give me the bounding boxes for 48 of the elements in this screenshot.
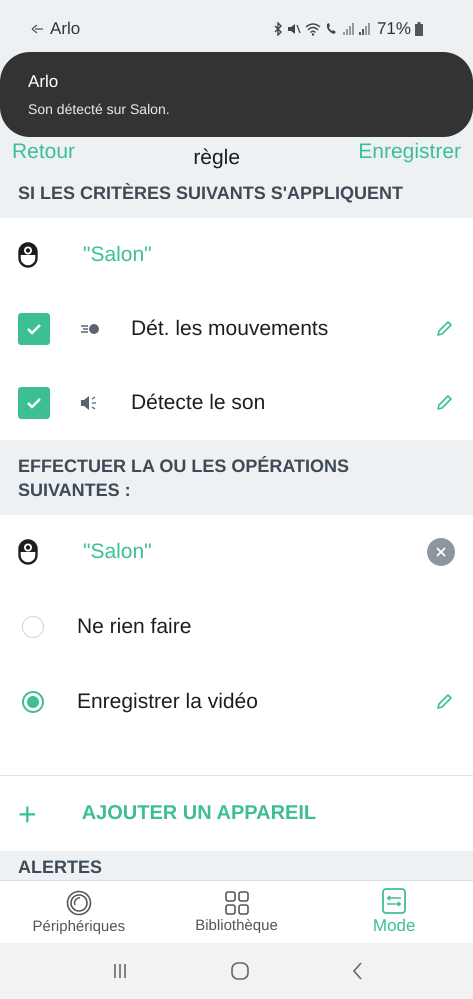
tab[interactable]: Périphériques bbox=[0, 881, 158, 943]
notification[interactable]: Arlo Son détecté sur Salon. bbox=[0, 52, 473, 137]
home-icon bbox=[230, 962, 248, 980]
bluetooth-icon bbox=[272, 22, 283, 36]
phone-icon bbox=[324, 22, 339, 36]
tab[interactable]: Bibliothèque bbox=[158, 881, 316, 943]
check-icon bbox=[26, 323, 42, 335]
device-name: "Salon" bbox=[83, 243, 152, 267]
check-icon bbox=[26, 397, 42, 409]
section-heading: SI LES CRITÈRES SUIVANTS S'APPLIQUENT bbox=[0, 178, 473, 218]
radio-button[interactable] bbox=[22, 616, 44, 638]
section-heading: ALERTES bbox=[18, 857, 102, 877]
camera-icon bbox=[18, 539, 38, 565]
ring-icon bbox=[66, 890, 92, 916]
signal-icon bbox=[358, 23, 371, 35]
notification-message: Son détecté sur Salon. bbox=[28, 101, 171, 117]
option-label: Ne rien faire bbox=[77, 614, 192, 638]
criterion-label: Détecte le son bbox=[131, 391, 266, 415]
mute-icon bbox=[286, 22, 301, 36]
wifi-icon bbox=[304, 22, 321, 36]
back-link[interactable]: Retour bbox=[12, 140, 76, 164]
checkbox[interactable] bbox=[18, 387, 50, 419]
tab[interactable]: Mode bbox=[315, 881, 473, 943]
radio-button[interactable] bbox=[22, 690, 44, 712]
page-title: règle bbox=[193, 146, 240, 170]
save-link[interactable]: Enregistrer bbox=[358, 140, 461, 164]
grid-icon bbox=[224, 890, 248, 914]
checkbox[interactable] bbox=[18, 313, 50, 345]
status-app-name: Arlo bbox=[50, 19, 80, 39]
edit-icon bbox=[435, 320, 453, 338]
back-icon bbox=[352, 962, 362, 980]
device-name: "Salon" bbox=[83, 540, 152, 564]
battery-level: 71% bbox=[376, 19, 411, 39]
recent-apps-icon bbox=[112, 963, 128, 979]
add-icon[interactable]: + bbox=[18, 798, 37, 830]
section-heading: EFFECTUER LA OU LES OPÉRATIONS SUIVANTES : bbox=[0, 440, 473, 515]
add-device-link[interactable]: AJOUTER UN APPAREIL bbox=[82, 802, 316, 825]
option-label: Enregistrer la vidéo bbox=[77, 690, 259, 714]
sliders-icon bbox=[382, 888, 406, 914]
motion-icon bbox=[80, 323, 100, 335]
criterion-label: Dét. les mouvements bbox=[131, 317, 330, 341]
battery-icon bbox=[415, 22, 423, 36]
signal-icon bbox=[342, 23, 355, 35]
camera-icon bbox=[18, 242, 38, 268]
edit-icon bbox=[435, 394, 453, 412]
notification-title: Arlo bbox=[28, 72, 60, 92]
remove-button[interactable] bbox=[427, 538, 455, 566]
close-icon bbox=[436, 547, 446, 557]
